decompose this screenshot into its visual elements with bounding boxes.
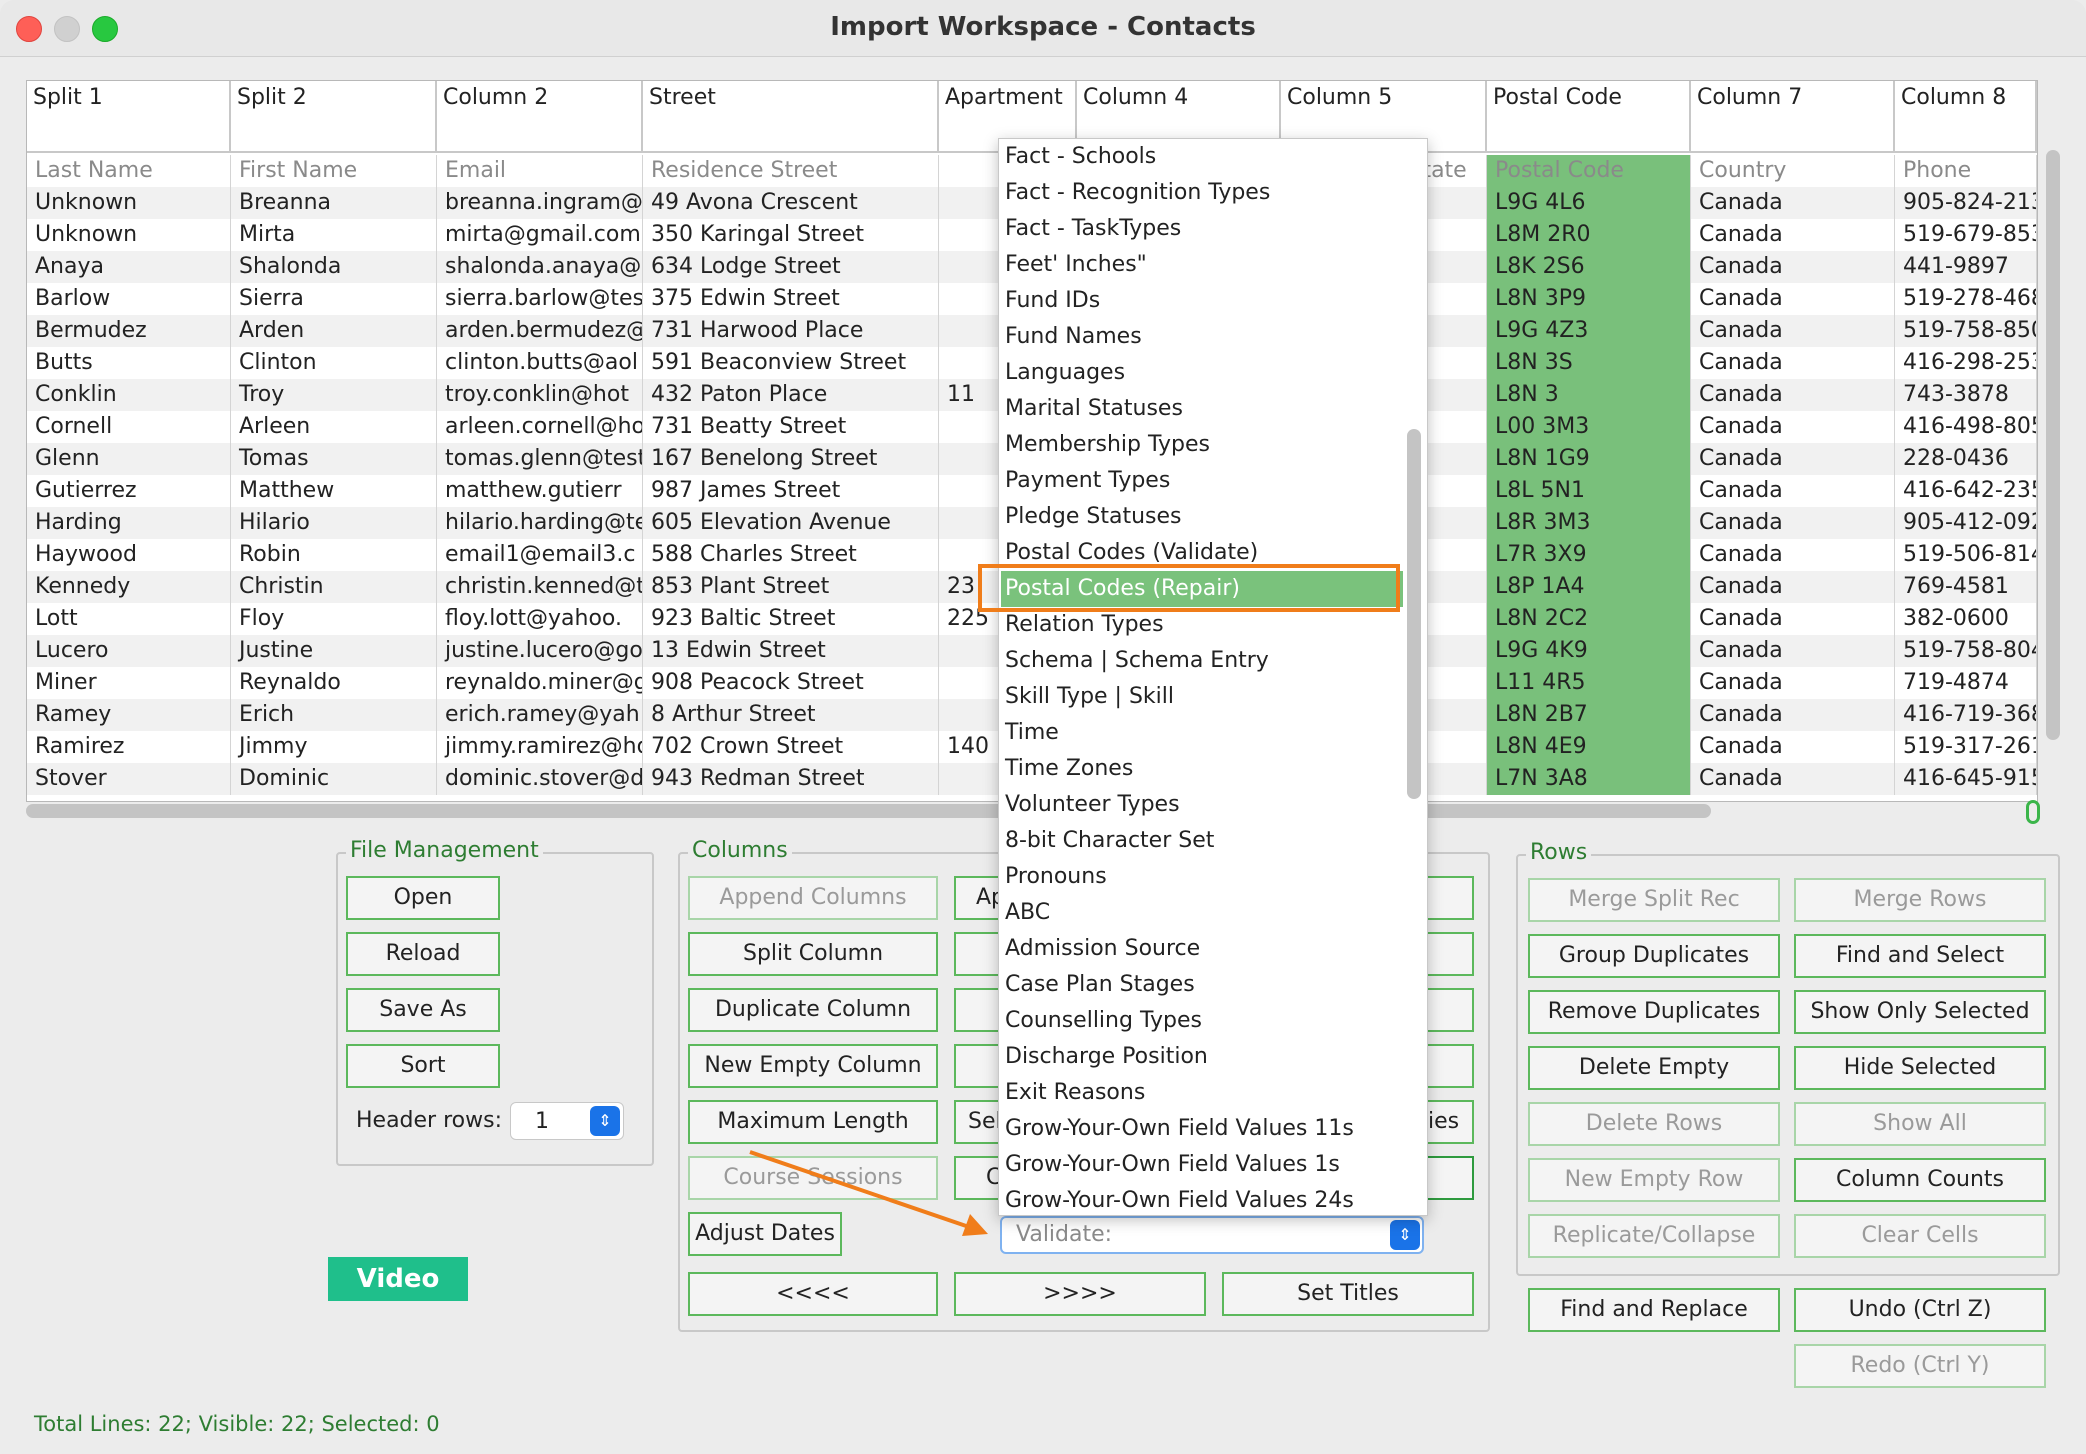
app-window: Import Workspace - Contacts Split 1 Split…: [0, 0, 2086, 1454]
annotation-arrow: [749, 1150, 988, 1236]
